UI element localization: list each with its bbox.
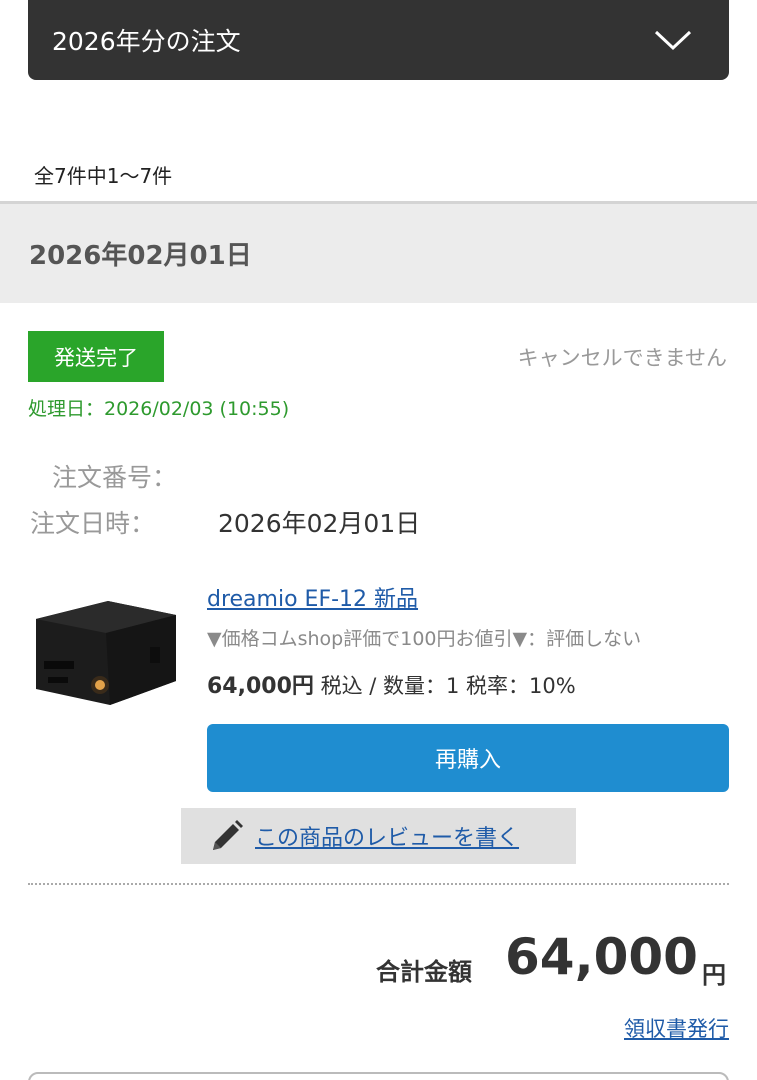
product-price-line: 64,000円 税込 / 数量：1 税率：10% (207, 668, 576, 700)
write-review-label: この商品のレビューを書く (255, 826, 520, 851)
divider (28, 883, 729, 885)
status-badge: 発送完了 (28, 331, 164, 382)
rebuy-button[interactable]: 再購入 (207, 724, 729, 792)
next-order-card (28, 1072, 729, 1080)
total-label: 合計金額 (376, 958, 472, 986)
product-coupon: ▼価格コムshop評価で100円お値引▼：評価しない (207, 628, 642, 650)
receipt-link[interactable]: 領収書発行 (624, 1013, 729, 1043)
total-unit: 円 (702, 961, 726, 989)
product-name-link[interactable]: dreamio EF-12 新品 (207, 581, 418, 613)
year-select[interactable]: 2026年分の注文 (28, 0, 729, 80)
product-price-detail: 税込 / 数量：1 税率：10% (313, 674, 576, 698)
processed-date: 処理日：2026/02/03 (10:55) (28, 398, 290, 420)
cancel-note: キャンセルできません (517, 346, 727, 370)
order-count: 全7件中1〜7件 (34, 164, 173, 188)
order-date-value: 2026年02月01日 (218, 509, 421, 538)
year-select-label: 2026年分の注文 (52, 27, 241, 56)
pencil-icon (213, 820, 243, 850)
product-price: 64,000円 (207, 674, 314, 699)
order-date-label: 注文日時： (30, 509, 156, 538)
projector-image[interactable] (30, 597, 178, 709)
write-review-button[interactable]: この商品のレビューを書く (181, 808, 576, 864)
order-date-header: 2026年02月01日 (0, 201, 757, 303)
total-amount: 64,000 (505, 928, 698, 986)
order-number-label: 注文番号： (52, 463, 178, 492)
chevron-down-icon (654, 30, 692, 51)
